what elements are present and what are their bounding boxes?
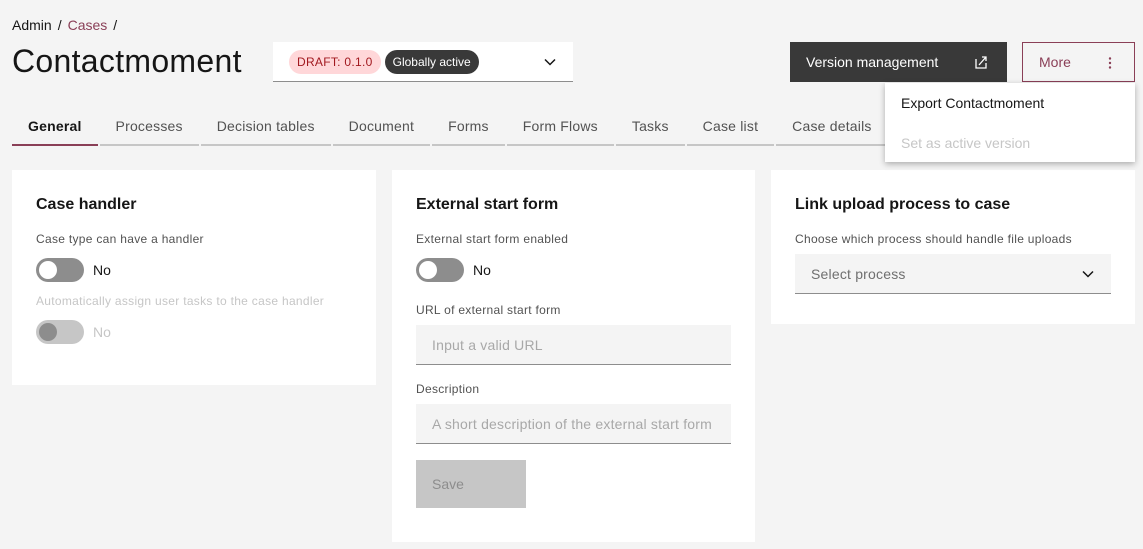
- external-start-form-title: External start form: [416, 196, 559, 213]
- version-select[interactable]: DRAFT: 0.1.0 Globally active: [273, 42, 573, 82]
- link-upload-card: Link upload process to case Choose which…: [771, 170, 1135, 324]
- chevron-down-icon: [1082, 270, 1094, 278]
- case-handler-label: Case type can have a handler: [36, 232, 204, 246]
- auto-assign-toggle-text: No: [93, 324, 111, 340]
- tab-processes[interactable]: Processes: [99, 108, 199, 146]
- tab-document[interactable]: Document: [332, 108, 431, 146]
- case-handler-card: Case handler Case type can have a handle…: [12, 170, 376, 385]
- save-button[interactable]: Save: [416, 460, 526, 508]
- process-select-placeholder: Select process: [811, 265, 906, 282]
- version-management-label: Version management: [806, 54, 939, 70]
- link-upload-label: Choose which process should handle file …: [795, 232, 1072, 246]
- external-start-form-card: External start form External start form …: [392, 170, 755, 542]
- version-management-button[interactable]: Version management: [790, 42, 1007, 82]
- description-input[interactable]: A short description of the external star…: [416, 404, 731, 444]
- link-upload-title: Link upload process to case: [795, 196, 1011, 213]
- tab-tasks[interactable]: Tasks: [615, 108, 685, 146]
- export-icon: [975, 56, 987, 69]
- breadcrumb-item-admin[interactable]: Admin: [12, 17, 52, 33]
- description-label: Description: [416, 382, 480, 396]
- external-start-form-enabled-label: External start form enabled: [416, 232, 569, 246]
- draft-version-tag: DRAFT: 0.1.0: [289, 49, 381, 74]
- tab-form-flows[interactable]: Form Flows: [506, 108, 614, 146]
- process-select[interactable]: Select process: [795, 254, 1111, 294]
- tab-decision-tables[interactable]: Decision tables: [200, 108, 331, 146]
- page-title: Contactmoment: [12, 43, 242, 79]
- tab-forms[interactable]: Forms: [432, 108, 505, 146]
- globally-active-tag: Globally active: [384, 49, 479, 74]
- more-label: More: [1039, 54, 1071, 70]
- external-start-form-toggle[interactable]: [416, 258, 464, 282]
- breadcrumb-separator: /: [113, 17, 118, 33]
- case-handler-toggle[interactable]: [36, 258, 84, 282]
- auto-assign-label: Automatically assign user tasks to the c…: [36, 294, 325, 308]
- chevron-down-icon: [544, 58, 556, 66]
- overflow-menu-icon: [1108, 57, 1112, 69]
- case-handler-toggle-text: No: [93, 262, 111, 278]
- tab-general[interactable]: General: [12, 108, 98, 146]
- more-button[interactable]: More: [1022, 42, 1135, 82]
- tab-case-details[interactable]: Case details: [776, 108, 888, 146]
- breadcrumb-separator: /: [57, 17, 62, 33]
- tab-list: General Processes Decision tables Docume…: [12, 108, 890, 146]
- url-label: URL of external start form: [416, 303, 561, 317]
- tab-case-list[interactable]: Case list: [686, 108, 775, 146]
- more-menu: Export Contactmoment Set as active versi…: [885, 83, 1135, 162]
- breadcrumb-item-cases[interactable]: Cases: [68, 17, 108, 33]
- case-handler-title: Case handler: [36, 196, 137, 213]
- breadcrumb: Admin / Cases /: [12, 17, 117, 33]
- menu-item-set-active-version: Set as active version: [901, 135, 1031, 151]
- auto-assign-toggle: [36, 320, 84, 344]
- url-input[interactable]: Input a valid URL: [416, 325, 731, 365]
- external-start-form-toggle-text: No: [473, 262, 491, 278]
- menu-item-export[interactable]: Export Contactmoment: [885, 83, 1135, 123]
